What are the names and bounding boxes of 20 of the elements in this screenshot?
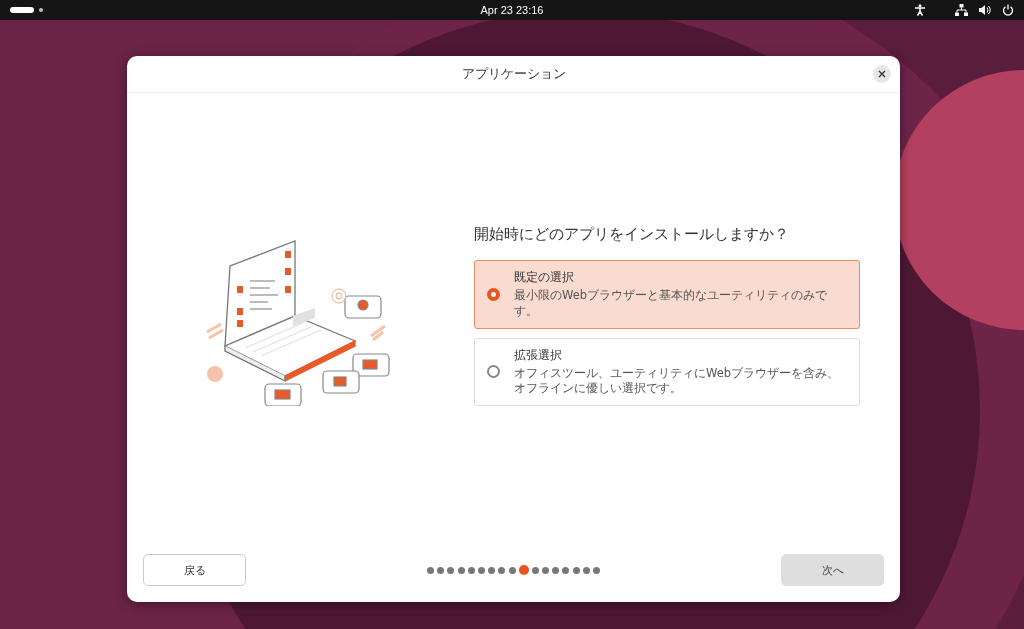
option-title: 拡張選択 bbox=[514, 346, 563, 364]
radio-button[interactable] bbox=[487, 365, 500, 378]
workspace-dot-icon[interactable] bbox=[39, 8, 43, 12]
option-title: 既定の選択 bbox=[514, 269, 575, 287]
question-heading: 開始時にどのアプリをインストールしますか？ bbox=[474, 225, 790, 245]
close-icon bbox=[878, 70, 886, 78]
power-icon[interactable] bbox=[1002, 4, 1014, 16]
option-description: 最小限のWebブラウザーと基本的なユーティリティのみです。 bbox=[514, 288, 829, 320]
back-button[interactable]: 戻る bbox=[143, 554, 246, 586]
window-title: アプリケーション bbox=[461, 65, 566, 83]
accessibility-icon[interactable] bbox=[914, 4, 926, 16]
option-description: オフィスツール、ユーティリティにWebブラウザーを含み、オフラインに優しい選択です。 bbox=[514, 365, 841, 397]
network-icon[interactable] bbox=[955, 4, 968, 16]
volume-icon[interactable] bbox=[979, 4, 991, 16]
workspace-indicator-icon[interactable] bbox=[10, 7, 34, 13]
install-option[interactable]: 拡張選択 オフィスツール、ユーティリティにWebブラウザーを含み、オフラインに優しい選択です。 bbox=[474, 337, 860, 406]
install-option[interactable]: 既定の選択 最小限のWebブラウザーと基本的なユーティリティのみです。 bbox=[474, 260, 860, 329]
clock[interactable]: Apr 23 23:16 bbox=[480, 4, 544, 16]
radio-button[interactable] bbox=[487, 288, 500, 301]
close-button[interactable] bbox=[873, 65, 891, 83]
